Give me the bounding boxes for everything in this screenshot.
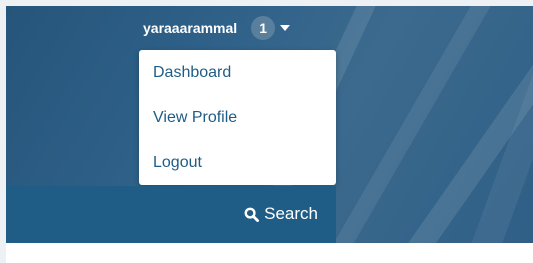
page: yaraaarammal 1 Dashboard View Profile Lo… <box>0 0 533 263</box>
search-icon <box>244 207 260 222</box>
menu-item-dashboard[interactable]: Dashboard <box>139 58 336 103</box>
notification-badge: 1 <box>251 16 276 40</box>
menu-item-view-profile[interactable]: View Profile <box>139 103 336 148</box>
username-label: yaraaarammal <box>143 20 238 36</box>
caret-down-icon <box>280 25 291 31</box>
search-bar: Search <box>6 186 336 243</box>
user-menu-toggle[interactable]: yaraaarammal 1 <box>143 16 291 40</box>
user-dropdown-menu: Dashboard View Profile Logout <box>139 50 336 185</box>
search-button[interactable]: Search <box>244 204 318 224</box>
search-button-label: Search <box>264 204 318 223</box>
content-area <box>6 243 533 263</box>
